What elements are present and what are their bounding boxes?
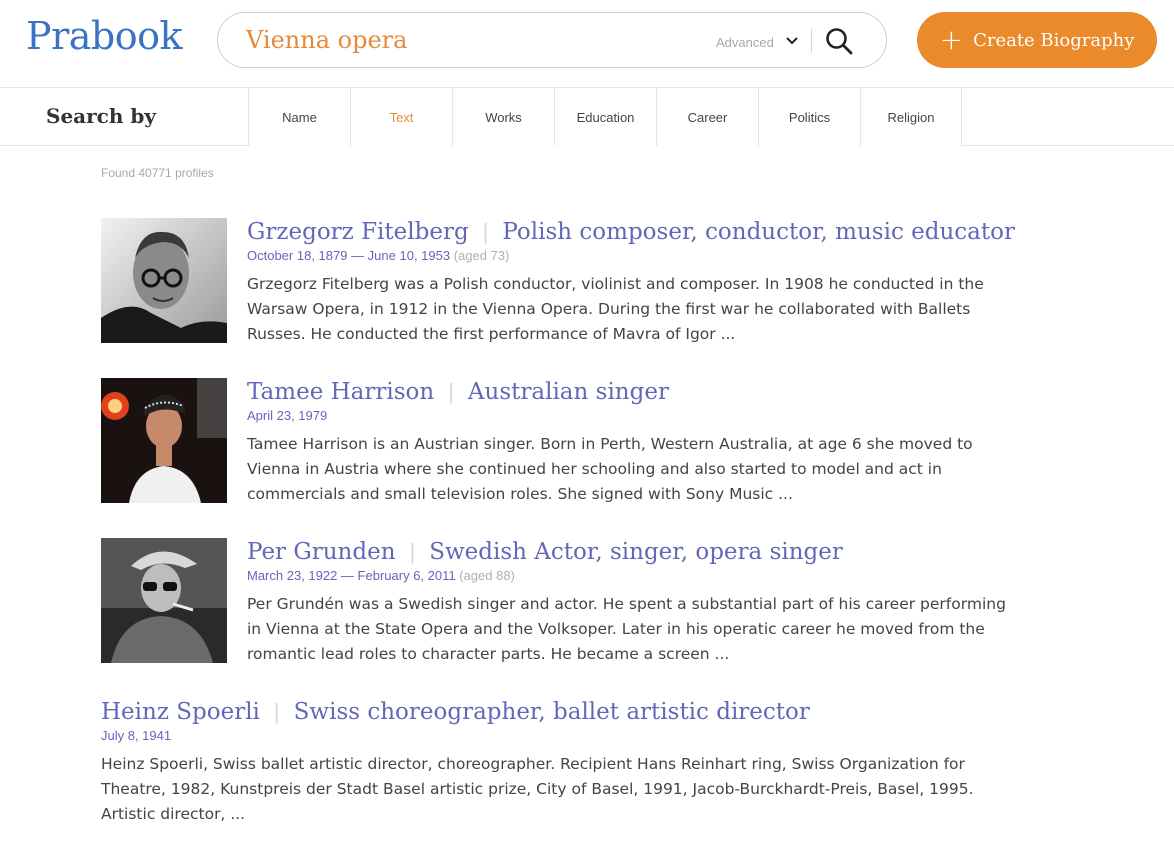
result-description: Grzegorz Fitelberg was a Polish conducto… — [247, 275, 984, 343]
search-by-bar: Search by Name Text Works Education Care… — [0, 88, 1174, 147]
age-at-death: (aged 73) — [453, 248, 510, 263]
age-at-death: (aged 88) — [459, 568, 515, 583]
top-header: Prabook Advanced + Create Biography — [0, 0, 1174, 88]
plus-icon: + — [939, 23, 964, 56]
result-dates: October 18, 1879 — June 10, 1953 (aged 7… — [247, 248, 1007, 266]
search-bar: Advanced — [217, 12, 887, 68]
search-icon[interactable] — [824, 26, 854, 56]
title-separator: | — [273, 699, 280, 724]
profile-photo[interactable] — [101, 218, 227, 343]
search-input[interactable] — [246, 22, 696, 58]
result-name-link[interactable]: Tamee Harrison — [247, 379, 434, 405]
result-description: Heinz Spoerli, Swiss ballet artistic dir… — [101, 755, 974, 823]
tab-works[interactable]: Works — [452, 88, 554, 146]
result-name-link[interactable]: Grzegorz Fitelberg — [247, 219, 469, 245]
tab-text[interactable]: Text — [350, 88, 452, 147]
profile-photo[interactable] — [101, 378, 227, 503]
search-by-title: Search by — [46, 104, 156, 128]
search-by-tabs: Name Text Works Education Career Politic… — [248, 88, 962, 147]
result-dates: April 23, 1979 — [247, 408, 1007, 426]
result-occupation-link[interactable]: Australian singer — [468, 379, 669, 405]
tab-career[interactable]: Career — [656, 88, 758, 146]
title-separator: | — [448, 379, 454, 404]
result-dates: March 23, 1922 — February 6, 2011 (aged … — [247, 568, 1007, 586]
result-occupation-link[interactable]: Polish composer, conductor, music educat… — [502, 219, 1015, 245]
life-dates: October 18, 1879 — June 10, 1953 — [247, 248, 451, 263]
tab-education[interactable]: Education — [554, 88, 656, 146]
advanced-search-toggle[interactable]: Advanced — [716, 35, 774, 50]
tab-name[interactable]: Name — [248, 88, 350, 146]
result-title: Grzegorz Fitelberg | Polish composer, cond… — [247, 218, 1015, 246]
chevron-down-icon[interactable] — [786, 35, 798, 49]
result-name-link[interactable]: Heinz Spoerli — [101, 699, 260, 725]
result-name-link[interactable]: Per Grunden — [247, 539, 396, 565]
tab-politics[interactable]: Politics — [758, 88, 860, 146]
result-description: Tamee Harrison is an Austrian singer. Bo… — [247, 435, 973, 503]
tab-religion[interactable]: Religion — [860, 88, 962, 146]
results-count: Found 40771 profiles — [101, 166, 214, 180]
search-divider — [811, 29, 812, 53]
life-dates: July 8, 1941 — [101, 728, 172, 743]
result-description: Per Grundén was a Swedish singer and act… — [247, 595, 1006, 663]
profile-photo[interactable] — [101, 538, 227, 663]
site-logo[interactable]: Prabook — [26, 14, 183, 58]
title-separator: | — [482, 219, 489, 244]
result-title: Tamee Harrison | Australian singer — [247, 378, 1007, 406]
create-biography-label: Create Biography — [973, 29, 1135, 51]
result-title: Per Grunden | Swedish Actor, singer, opera… — [247, 538, 1007, 566]
result-title: Heinz Spoerli | Swiss choreographer, balle… — [101, 698, 1001, 726]
create-biography-button[interactable]: + Create Biography — [917, 12, 1157, 68]
result-occupation-link[interactable]: Swedish Actor, singer, opera singer — [429, 539, 843, 565]
result-occupation-link[interactable]: Swiss choreographer, ballet artistic dir… — [294, 699, 810, 725]
life-dates: March 23, 1922 — February 6, 2011 — [247, 568, 456, 583]
result-dates: July 8, 1941 — [101, 728, 1001, 746]
title-separator: | — [409, 539, 416, 564]
life-dates: April 23, 1979 — [247, 408, 328, 423]
